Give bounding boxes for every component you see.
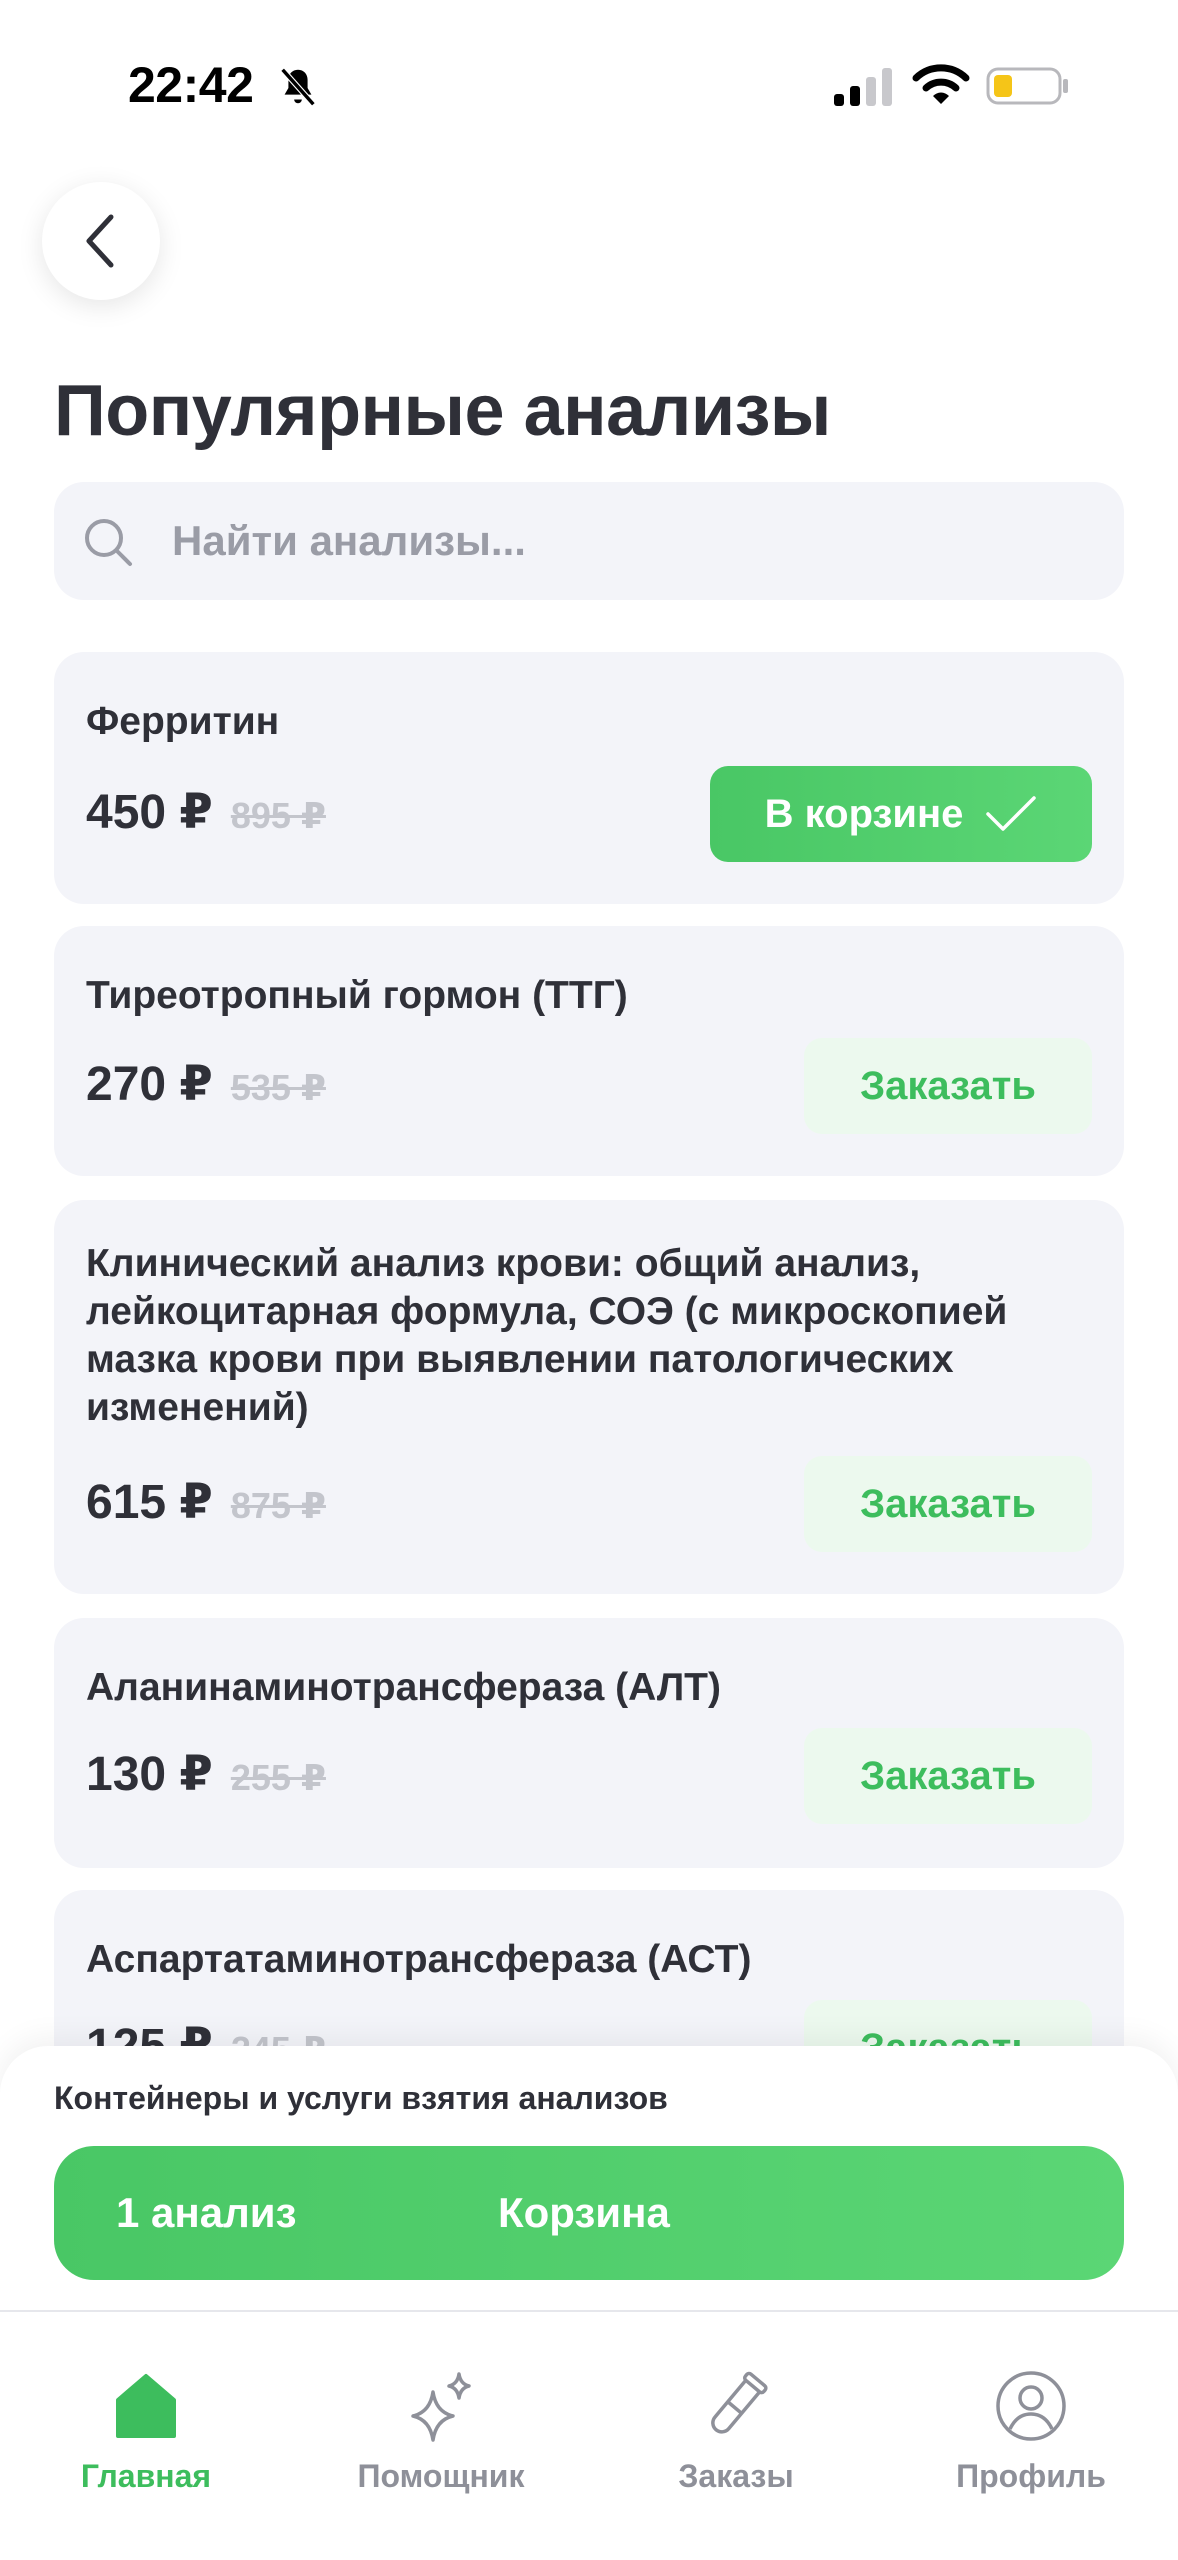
chevron-left-icon: [86, 214, 114, 268]
cart-note: Контейнеры и услуги взятия анализов: [54, 2080, 668, 2116]
test-card[interactable]: Клинический анализ крови: общий анализ, …: [54, 1200, 1124, 1594]
test-name: Аспартатаминотрансфераза (АСТ): [86, 1938, 752, 1981]
back-button[interactable]: [42, 182, 160, 300]
price-row: 450 ₽ 895 ₽: [86, 784, 326, 840]
tab-label: Помощник: [357, 2458, 525, 2494]
in-cart-button[interactable]: В корзине: [710, 766, 1092, 862]
status-time: 22:42: [128, 57, 254, 113]
profile-icon: [996, 2371, 1066, 2441]
search-input[interactable]: [172, 482, 1092, 600]
tab-label: Профиль: [956, 2458, 1106, 2494]
cellular-signal-icon: [834, 68, 892, 106]
search-icon: [85, 519, 132, 566]
price-row: 615 ₽ 875 ₽: [86, 1474, 326, 1530]
order-button[interactable]: Заказать: [804, 1038, 1092, 1134]
status-bar: 22:42: [0, 0, 1178, 170]
search-box[interactable]: [54, 482, 1124, 600]
tab-assistant[interactable]: Помощник: [331, 2368, 551, 2508]
tab-home[interactable]: Главная: [36, 2368, 256, 2508]
bell-off-icon: [280, 67, 316, 107]
test-name: Тиреотропный гормон (ТТГ): [86, 974, 628, 1017]
checkmark-icon: [986, 796, 1037, 831]
tab-label: Главная: [80, 2458, 212, 2494]
price-row: 270 ₽ 535 ₽: [86, 1056, 326, 1112]
order-button[interactable]: Заказать: [804, 1728, 1092, 1824]
test-card[interactable]: Тиреотропный гормон (ТТГ) 270 ₽ 535 ₽ За…: [54, 926, 1124, 1176]
wifi-icon: [912, 64, 970, 104]
tab-orders[interactable]: Заказы: [626, 2368, 846, 2508]
test-name: Аланинаминотрансфераза (АЛТ): [86, 1666, 721, 1709]
battery-icon: [986, 67, 1068, 105]
test-old-price: 255 ₽: [230, 1757, 326, 1798]
test-price: 450 ₽: [86, 786, 213, 839]
page-title: Популярные анализы: [54, 371, 831, 451]
tab-label: Заказы: [678, 2458, 794, 2494]
sparkles-icon: [411, 2372, 471, 2442]
test-name: Ферритин: [86, 700, 280, 743]
cart-bottom-sheet: Контейнеры и услуги взятия анализов 1 ан…: [0, 2046, 1178, 2560]
test-old-price: 875 ₽: [230, 1485, 326, 1526]
test-price: 270 ₽: [86, 1058, 213, 1111]
test-tube-icon: [711, 2371, 768, 2434]
in-cart-label: В корзине: [764, 791, 964, 836]
test-card[interactable]: Ферритин 450 ₽ 895 ₽ В корзине: [54, 652, 1124, 904]
test-card[interactable]: Аланинаминотрансфераза (АЛТ) 130 ₽ 255 ₽…: [54, 1618, 1124, 1868]
test-price: 130 ₽: [86, 1748, 213, 1801]
test-price: 615 ₽: [86, 1476, 213, 1529]
home-icon: [116, 2374, 176, 2438]
cart-label: Корзина: [498, 2189, 670, 2236]
price-row: 130 ₽ 255 ₽: [86, 1746, 326, 1802]
tab-bar: Главная Помощник Заказы Профиль: [0, 2312, 1178, 2560]
test-old-price: 895 ₽: [230, 795, 326, 836]
cart-button[interactable]: 1 анализ Корзина: [54, 2146, 1124, 2280]
cart-count: 1 анализ: [116, 2189, 297, 2236]
test-name: Клинический анализ крови: общий анализ, …: [86, 1242, 1008, 1429]
tab-profile[interactable]: Профиль: [921, 2368, 1141, 2508]
order-button[interactable]: Заказать: [804, 1456, 1092, 1552]
test-old-price: 535 ₽: [230, 1067, 326, 1108]
